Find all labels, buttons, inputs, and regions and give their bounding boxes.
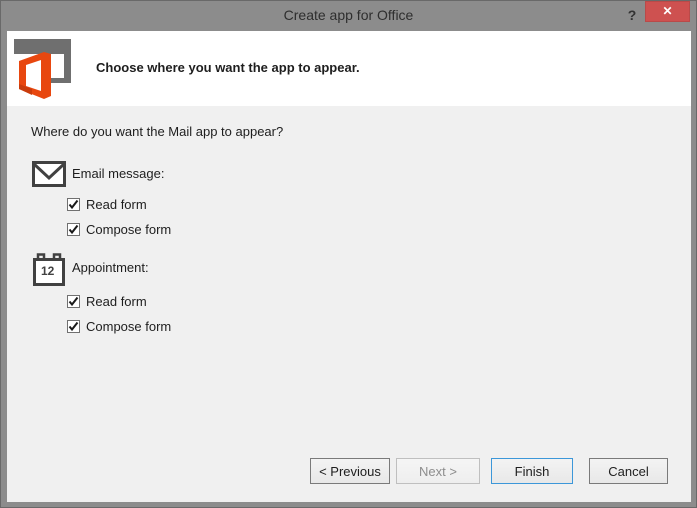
create-app-for-office-dialog: Create app for Office ? ✕ Choose where y… — [0, 0, 697, 508]
dialog-title: Create app for Office — [283, 7, 414, 23]
help-button[interactable]: ? — [623, 5, 641, 25]
email-message-section-label: Email message: — [72, 166, 165, 181]
banner-instruction: Choose where you want the app to appear. — [96, 60, 360, 75]
close-button[interactable]: ✕ — [645, 1, 690, 22]
title-bar: Create app for Office ? ✕ — [2, 1, 695, 31]
appointment-read-form-checkbox[interactable] — [67, 295, 80, 308]
checkmark-icon — [68, 321, 79, 332]
office-logo-icon — [12, 37, 74, 106]
appointment-read-form-checkbox-row[interactable]: Read form — [67, 294, 147, 309]
email-compose-form-checkbox[interactable] — [67, 223, 80, 236]
email-read-form-checkbox[interactable] — [67, 198, 80, 211]
close-icon: ✕ — [662, 4, 673, 18]
appointment-section-label: Appointment: — [72, 260, 149, 275]
previous-button[interactable]: < Previous — [310, 458, 390, 484]
finish-button[interactable]: Finish — [491, 458, 573, 484]
email-read-form-checkbox-row[interactable]: Read form — [67, 197, 147, 212]
checkmark-icon — [68, 199, 79, 210]
svg-text:12: 12 — [41, 264, 55, 278]
checkmark-icon — [68, 224, 79, 235]
cancel-button[interactable]: Cancel — [589, 458, 668, 484]
email-read-form-label[interactable]: Read form — [86, 197, 147, 212]
question-label: Where do you want the Mail app to appear… — [31, 124, 284, 139]
appointment-compose-form-checkbox-row[interactable]: Compose form — [67, 319, 171, 334]
email-compose-form-checkbox-row[interactable]: Compose form — [67, 222, 171, 237]
appointment-calendar-icon: 12 — [33, 253, 66, 292]
appointment-compose-form-checkbox[interactable] — [67, 320, 80, 333]
email-compose-form-label[interactable]: Compose form — [86, 222, 171, 237]
appointment-compose-form-label[interactable]: Compose form — [86, 319, 171, 334]
checkmark-icon — [68, 296, 79, 307]
email-message-icon — [32, 161, 66, 192]
next-button: Next > — [396, 458, 480, 484]
appointment-read-form-label[interactable]: Read form — [86, 294, 147, 309]
